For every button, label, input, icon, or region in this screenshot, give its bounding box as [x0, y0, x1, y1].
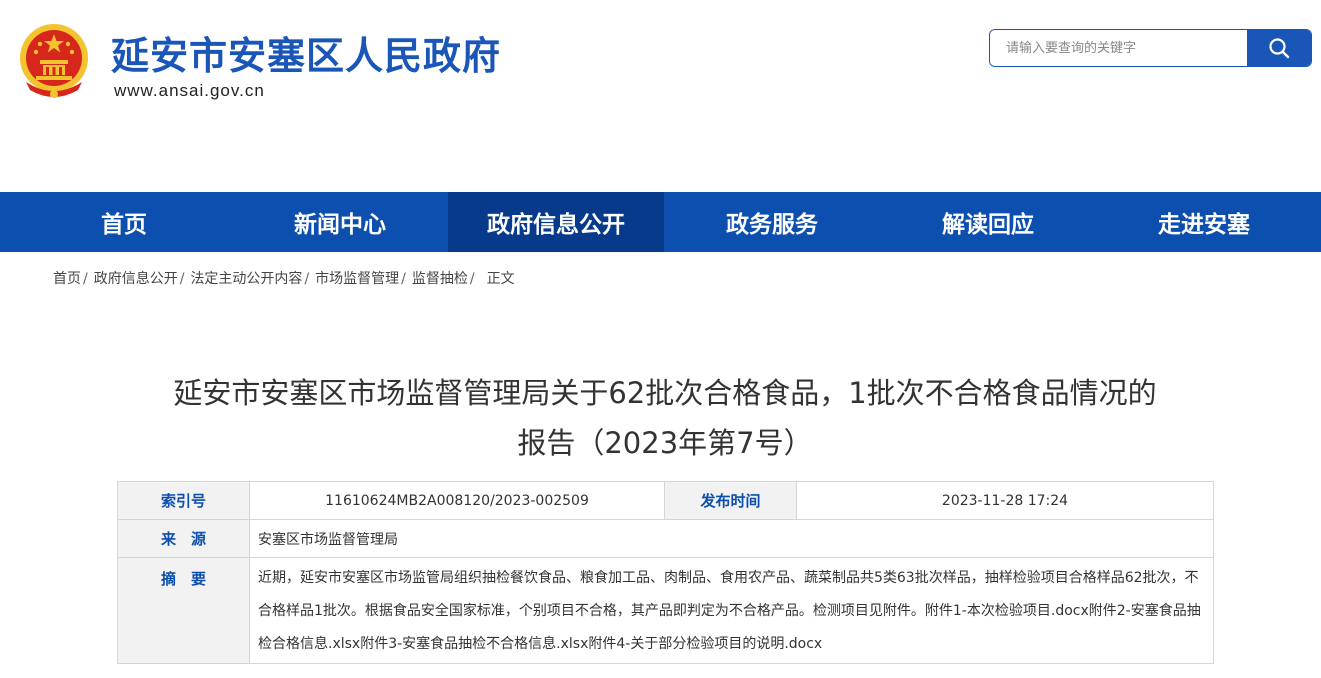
breadcrumb-separator: / — [469, 271, 475, 287]
search-icon — [1269, 38, 1290, 59]
search-button[interactable] — [1247, 30, 1311, 66]
abstract-label: 摘 要 — [117, 557, 250, 664]
breadcrumb-gov-info[interactable]: 政府信息公开 — [94, 268, 178, 290]
nav-item-gov-info[interactable]: 政府信息公开 — [448, 192, 664, 252]
article-title-line1: 延安市安塞区市场监督管理局关于62批次合格食品，1批次不合格食品情况的 — [173, 376, 1157, 410]
breadcrumb-current: 正文 — [486, 271, 515, 287]
index-value: 11610624MB2A008120/2023-002509 — [249, 481, 665, 520]
main-nav: 首页 新闻中心 政府信息公开 政务服务 解读回应 走进安塞 — [0, 192, 1321, 252]
nav-item-about[interactable]: 走进安塞 — [1096, 192, 1312, 252]
document-info-table: 索引号 11610624MB2A008120/2023-002509 发布时间 … — [117, 481, 1214, 664]
breadcrumb-statutory-content[interactable]: 法定主动公开内容 — [190, 268, 302, 290]
breadcrumb-market-supervision[interactable]: 市场监督管理 — [315, 268, 399, 290]
table-row: 索引号 11610624MB2A008120/2023-002509 发布时间 … — [117, 481, 1214, 520]
breadcrumb-separator: / — [401, 271, 406, 287]
site-header: 延安市安塞区人民政府 www.ansai.gov.cn — [0, 0, 1321, 192]
nav-item-news[interactable]: 新闻中心 — [232, 192, 448, 252]
breadcrumb-sampling[interactable]: 监督抽检 — [412, 268, 468, 290]
nav-item-home[interactable]: 首页 — [16, 192, 232, 252]
breadcrumb-separator: / — [83, 271, 88, 287]
date-label: 发布时间 — [664, 481, 797, 520]
site-title[interactable]: 延安市安塞区人民政府 — [111, 30, 501, 82]
breadcrumb-separator: / — [179, 271, 185, 287]
article-title: 延安市安塞区市场监督管理局关于62批次合格食品，1批次不合格食品情况的 报告（2… — [110, 368, 1220, 468]
search-input[interactable] — [990, 30, 1247, 66]
table-row: 来 源 安塞区市场监督管理局 — [117, 519, 1214, 558]
search-box — [989, 29, 1312, 67]
breadcrumb: 首页 / 政府信息公开 / 法定主动公开内容 / 市场监督管理 / 监督抽检 /… — [53, 268, 515, 290]
nav-item-interpretation[interactable]: 解读回应 — [880, 192, 1096, 252]
breadcrumb-separator: / — [304, 271, 310, 287]
breadcrumb-home[interactable]: 首页 — [53, 268, 81, 290]
table-row: 摘 要 近期，延安市安塞区市场监管局组织抽检餐饮食品、粮食加工品、肉制品、食用农… — [117, 557, 1214, 664]
source-label: 来 源 — [117, 519, 250, 558]
nav-item-services[interactable]: 政务服务 — [664, 192, 880, 252]
site-url: www.ansai.gov.cn — [114, 81, 265, 100]
abstract-value: 近期，延安市安塞区市场监管局组织抽检餐饮食品、粮食加工品、肉制品、食用农产品、蔬… — [249, 557, 1214, 664]
index-label: 索引号 — [117, 481, 250, 520]
article-title-line2: 报告（2023年第7号） — [517, 426, 813, 460]
date-value: 2023-11-28 17:24 — [796, 481, 1214, 520]
national-emblem-icon[interactable] — [16, 20, 92, 100]
source-value: 安塞区市场监督管理局 — [249, 519, 1214, 558]
